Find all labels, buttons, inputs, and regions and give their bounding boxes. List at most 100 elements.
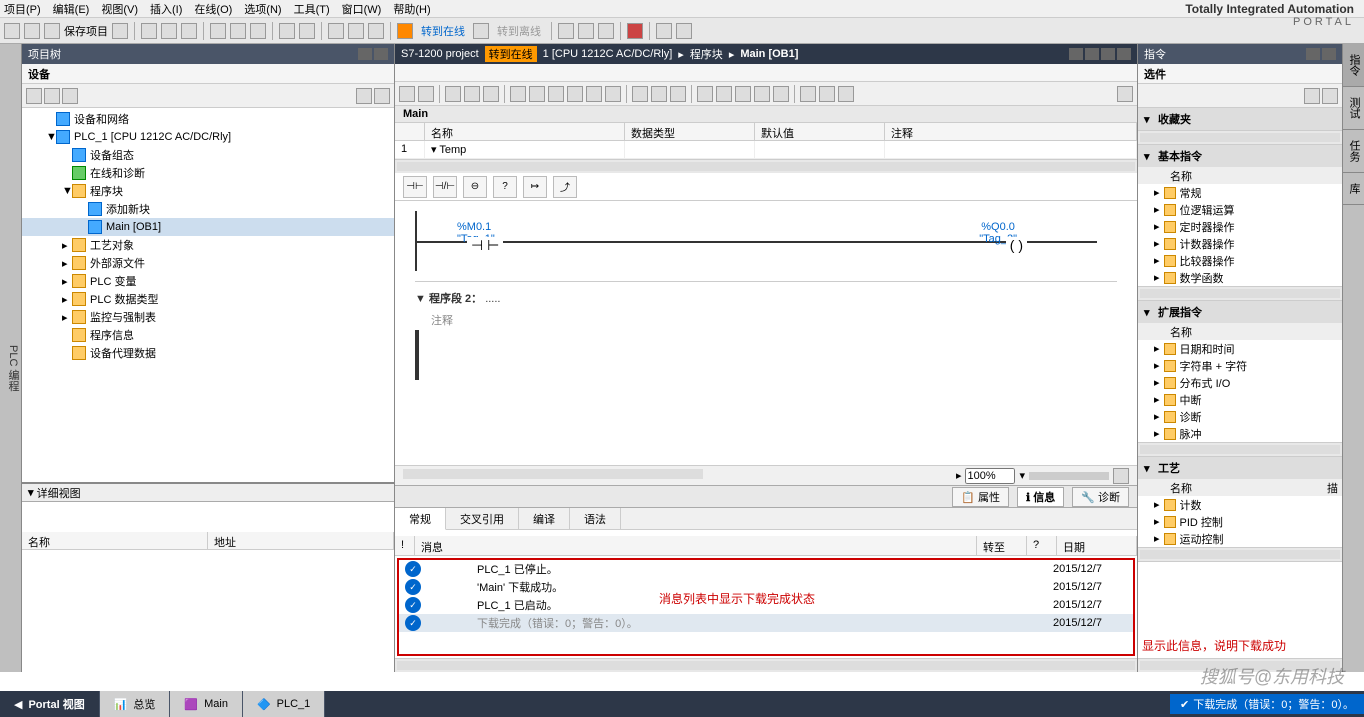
min-icon[interactable] [1069,48,1083,60]
tree-item[interactable]: Main [OB1] [22,218,394,236]
et-22[interactable] [838,86,854,102]
watch-icon[interactable] [598,23,614,39]
trace-icon[interactable] [368,23,384,39]
go-offline-button[interactable]: 转到离线 [493,23,545,39]
max-icon[interactable] [1101,48,1115,60]
inst-item[interactable]: ▸诊断 [1138,408,1342,425]
msg-tab-xref[interactable]: 交叉引用 [446,508,519,529]
msg-tab-syntax[interactable]: 语法 [570,508,621,529]
pin-icon[interactable] [358,48,372,60]
compile-icon[interactable] [328,23,344,39]
message-row[interactable]: ✓下载完成（错误：0；警告：0）。2015/12/7 [399,614,1133,632]
force-icon[interactable] [578,23,594,39]
et-16[interactable] [716,86,732,102]
et-18[interactable] [754,86,770,102]
back-icon[interactable] [44,88,60,104]
inst-item[interactable]: ▸定时器操作 [1138,218,1342,235]
inst-section-header[interactable]: ▾收藏夹 [1138,108,1342,130]
disconnect-icon[interactable] [473,23,489,39]
tab-diagnostics[interactable]: 🔧 诊断 [1072,487,1129,507]
menu-tools[interactable]: 工具(T) [294,1,330,17]
tree-item[interactable]: 添加新块 [22,200,394,218]
et-end[interactable] [1117,86,1133,102]
split-v-icon[interactable] [676,23,692,39]
portal-view-button[interactable]: ◀ Portal 视图 [0,691,100,717]
tree-item[interactable]: 设备和网络 [22,110,394,128]
message-row[interactable]: ✓PLC_1 已停止。2015/12/7 [399,560,1133,578]
inst-section-header[interactable]: ▾工艺 [1138,457,1342,479]
et-14[interactable] [670,86,686,102]
tree-item[interactable]: ▼程序块 [22,182,394,200]
menu-options[interactable]: 选项(N) [244,1,281,17]
inst-item[interactable]: ▸数学函数 [1138,269,1342,286]
collapse-icon[interactable] [374,48,388,60]
tab-properties[interactable]: 📋 属性 [952,487,1009,507]
et-21[interactable] [819,86,835,102]
tree-item[interactable]: 设备代理数据 [22,344,394,362]
forward-icon[interactable] [62,88,78,104]
menu-online[interactable]: 在线(O) [194,1,232,17]
new-icon[interactable] [4,23,20,39]
tree-item[interactable]: ▸PLC 变量 [22,272,394,290]
et-12[interactable] [632,86,648,102]
open-icon[interactable] [24,23,40,39]
opt-icon-2[interactable] [1322,88,1338,104]
pin-right-icon[interactable] [1306,48,1320,60]
inst-item[interactable]: ▸计数 [1138,496,1342,513]
et-7[interactable] [529,86,545,102]
et-5[interactable] [483,86,499,102]
delete-icon[interactable] [210,23,226,39]
inst-item[interactable]: ▸分布式 I/O [1138,374,1342,391]
et-15[interactable] [697,86,713,102]
undo-icon[interactable] [230,23,246,39]
inst-item[interactable]: ▸脉冲 [1138,425,1342,442]
ladder-editor[interactable]: %M0.1"Tag_1" ⊣ ⊢ %Q0.0"Tag_2" ( ) ▼ 程序段 … [395,201,1137,465]
et-20[interactable] [800,86,816,102]
split-h-icon[interactable] [656,23,672,39]
inst-section-header[interactable]: ▾扩展指令 [1138,301,1342,323]
et-11[interactable] [605,86,621,102]
msg-tab-general[interactable]: 常规 [395,508,446,530]
inst-item[interactable]: ▸位逻辑运算 [1138,201,1342,218]
tree-item[interactable]: ▸外部源文件 [22,254,394,272]
tree-item[interactable]: 在线和诊断 [22,164,394,182]
ladder-nc-contact[interactable]: ⊣/⊢ [433,176,457,198]
left-sidebar-tab[interactable]: PLC 编程 [0,44,22,672]
tree-item[interactable]: 设备组态 [22,146,394,164]
inst-item[interactable]: ▸比较器操作 [1138,252,1342,269]
menu-help[interactable]: 帮助(H) [393,1,430,17]
inst-item[interactable]: ▸字符串 + 字符 [1138,357,1342,374]
ladder-branch[interactable]: ↦ [523,176,547,198]
ladder-no-contact[interactable]: ⊣⊢ [403,176,427,198]
inst-item[interactable]: ▸常规 [1138,184,1342,201]
et-9[interactable] [567,86,583,102]
message-list[interactable]: 消息列表中显示下载完成状态 ✓PLC_1 已停止。2015/12/7✓'Main… [397,558,1135,656]
et-1[interactable] [399,86,415,102]
inst-section-header[interactable]: ▾基本指令 [1138,145,1342,167]
ladder-coil[interactable]: ⊖ [463,176,487,198]
et-3[interactable] [445,86,461,102]
network-2-title[interactable]: ▼ 程序段 2： ..... [415,286,1117,310]
zoom-input[interactable] [965,468,1015,484]
float-icon[interactable] [1085,48,1099,60]
collapse-right-icon[interactable] [1322,48,1336,60]
tree-tool-4[interactable] [356,88,372,104]
ladder-branch-close[interactable]: ⤴ [553,176,577,198]
et-19[interactable] [773,86,789,102]
tree-item[interactable]: 程序信息 [22,326,394,344]
upload-icon[interactable] [299,23,315,39]
menu-project[interactable]: 项目(P) [4,1,41,17]
sim-icon[interactable] [348,23,364,39]
inst-item[interactable]: ▸中断 [1138,391,1342,408]
plc-button[interactable]: 🔷 PLC_1 [243,691,325,717]
menu-window[interactable]: 窗口(W) [342,1,382,17]
opt-icon-1[interactable] [1304,88,1320,104]
tree-item[interactable]: ▼PLC_1 [CPU 1212C AC/DC/Rly] [22,128,394,146]
diag-icon[interactable] [558,23,574,39]
paste-icon[interactable] [181,23,197,39]
download-icon[interactable] [279,23,295,39]
tree-tool-1[interactable] [26,88,42,104]
ladder-box[interactable]: ? [493,176,517,198]
menu-insert[interactable]: 插入(I) [150,1,182,17]
cut-icon[interactable] [141,23,157,39]
